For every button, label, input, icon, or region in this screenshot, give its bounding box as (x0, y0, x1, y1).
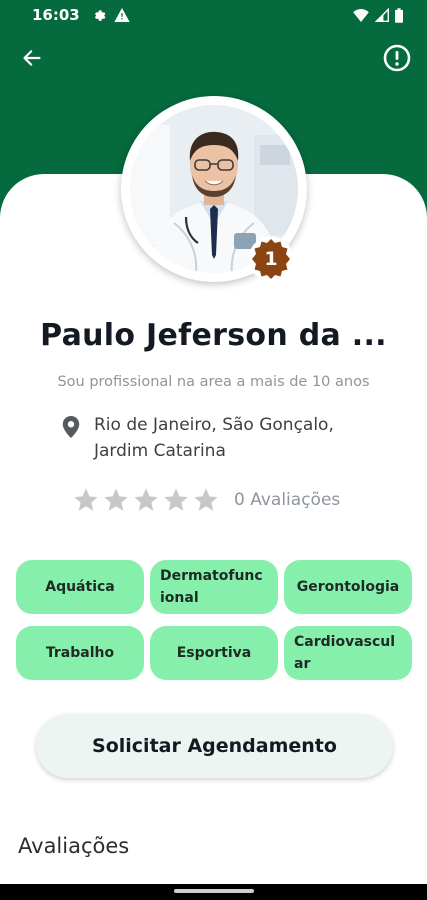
specialty-tag-dermatofuncional[interactable]: Dermatofunc ional (150, 560, 278, 614)
star-icon (74, 488, 98, 511)
status-bar: 16:03 (0, 0, 427, 30)
back-button[interactable] (14, 40, 50, 76)
professional-bio: Sou profissional na area a mais de 10 an… (57, 374, 370, 390)
signal-icon (375, 8, 389, 22)
settings-gear-icon (94, 10, 106, 21)
report-button[interactable] (379, 40, 415, 76)
specialty-tag-gerontologia[interactable]: Gerontologia (284, 560, 412, 614)
gesture-handle[interactable] (174, 889, 254, 893)
rank-number: 1 (264, 248, 278, 270)
professional-name: Paulo Jeferson da ... (40, 318, 387, 353)
status-time: 16:03 (32, 6, 80, 24)
specialty-tag-esportiva[interactable]: Esportiva (150, 626, 278, 680)
battery-icon (395, 7, 403, 23)
reviews-section-title: Avaliações (18, 834, 130, 858)
location-line-1: Rio de Janeiro, São Gonçalo, (94, 415, 334, 435)
star-icon (164, 488, 188, 511)
arrow-left-icon (23, 50, 41, 66)
star-icon (104, 488, 128, 511)
location: Rio de Janeiro, São Gonçalo, Jardim Cata… (62, 412, 382, 464)
specialty-tag-aquatica[interactable]: Aquática (16, 560, 144, 614)
specialty-tag-trabalho[interactable]: Trabalho (16, 626, 144, 680)
star-icon (134, 488, 158, 511)
map-pin-icon (62, 416, 80, 438)
location-line-2: Jardim Catarina (94, 441, 226, 461)
warning-icon (114, 8, 130, 22)
specialty-tag-cardiovascular[interactable]: Cardiovascul ar (284, 626, 412, 680)
rating-count: 0 Avaliações (234, 490, 341, 510)
exclamation-circle-icon (383, 44, 411, 72)
rating-stars (72, 486, 220, 514)
specialty-tags: Aquática Dermatofunc ional Gerontologia … (16, 560, 412, 680)
wifi-icon (353, 8, 369, 22)
rating: 0 Avaliações (72, 486, 340, 514)
star-icon (194, 488, 218, 511)
request-appointment-button[interactable]: Solicitar Agendamento (36, 714, 393, 778)
rank-badge: 1 (248, 236, 294, 282)
